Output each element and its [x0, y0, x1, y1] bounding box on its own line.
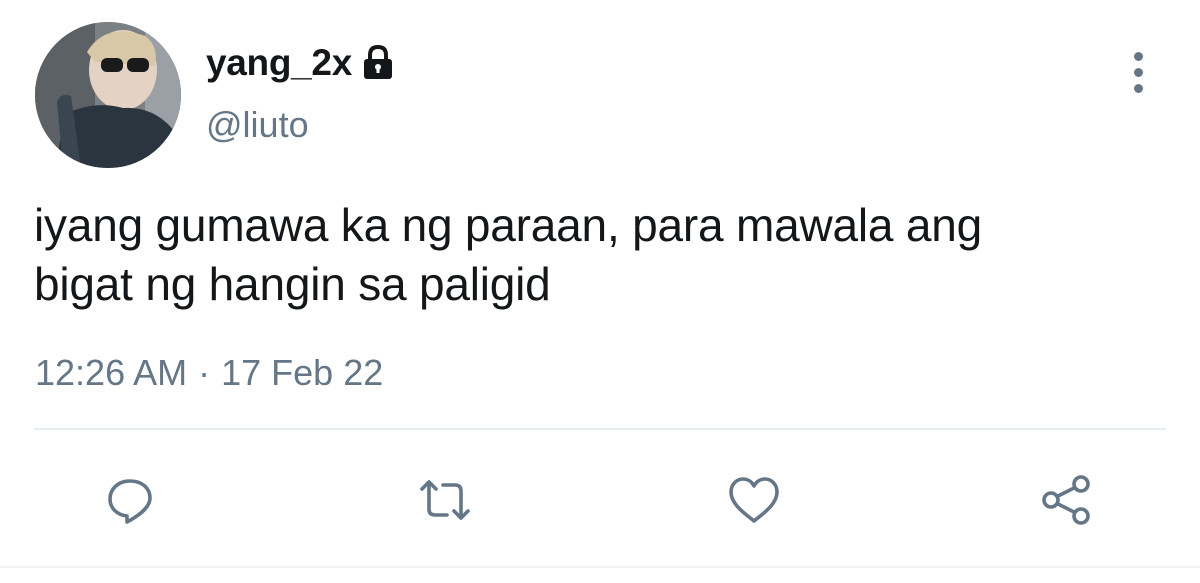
avatar-image: [35, 22, 181, 168]
bottom-border: [0, 566, 1200, 568]
share-button[interactable]: [1026, 460, 1106, 540]
tweet-text-line: iyang gumawa ka ng paraan, para mawala a…: [34, 199, 982, 251]
user-handle[interactable]: @liuto: [206, 104, 309, 146]
divider: [34, 428, 1166, 430]
heart-icon: [729, 477, 779, 523]
tweet-card: yang_2x @liuto iyang gumawa ka ng paraan…: [0, 0, 1200, 583]
tweet-date: 17 Feb 22: [221, 352, 384, 393]
tweet-time: 12:26 AM: [35, 352, 188, 393]
more-vertical-icon-dot: [1133, 67, 1143, 77]
more-vertical-icon: [1133, 51, 1143, 61]
retweet-button[interactable]: [405, 460, 485, 540]
tweet-text-line: bigat ng hangin sa paligid: [34, 258, 551, 310]
reply-button[interactable]: [90, 460, 170, 540]
tweet-timestamp: 12:26 AM · 17 Feb 22: [35, 352, 383, 394]
like-button[interactable]: [714, 460, 794, 540]
lock-icon: [358, 43, 398, 83]
tweet-text: iyang gumawa ka ng paraan, para mawala a…: [34, 196, 1154, 314]
timestamp-separator: ·: [198, 352, 211, 393]
reply-icon: [108, 479, 152, 524]
display-name-row: yang_2x: [206, 38, 398, 88]
retweet-icon: [420, 480, 470, 520]
share-icon: [1042, 475, 1090, 525]
action-bar: [0, 460, 1200, 540]
avatar[interactable]: [35, 22, 181, 168]
display-name[interactable]: yang_2x: [206, 42, 352, 84]
more-vertical-icon-dot: [1133, 83, 1143, 93]
more-options-button[interactable]: [1118, 44, 1158, 100]
